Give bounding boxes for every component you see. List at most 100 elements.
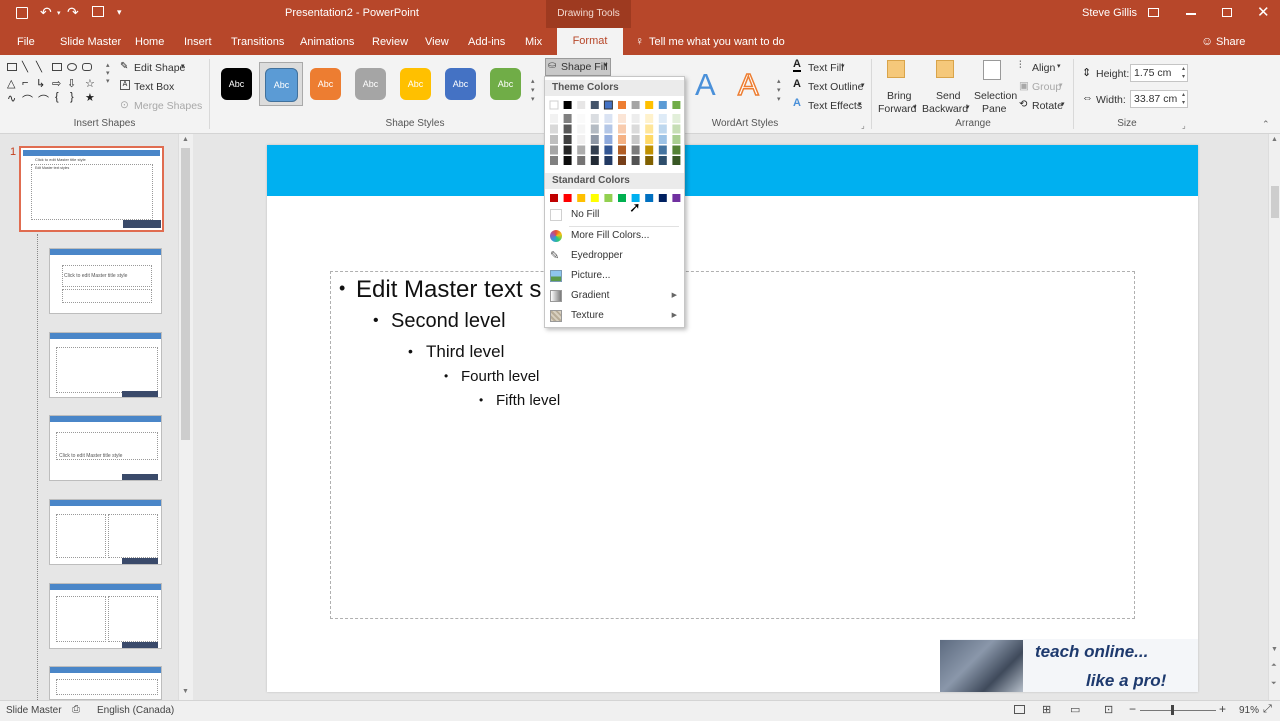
width-input[interactable]: 33.87 cm ▴ ▾ bbox=[1130, 90, 1188, 108]
theme-shade-swatch[interactable] bbox=[631, 156, 640, 165]
tab-insert[interactable]: Insert bbox=[184, 36, 212, 48]
scroll-down-icon[interactable]: ▼ bbox=[1271, 646, 1278, 653]
theme-shade-swatch[interactable] bbox=[577, 145, 586, 155]
thumbnail-layout[interactable] bbox=[49, 583, 162, 649]
collapse-ribbon-icon[interactable]: ⌃ bbox=[1262, 119, 1270, 130]
theme-color-swatch[interactable] bbox=[563, 101, 572, 109]
standard-color-swatches[interactable] bbox=[548, 193, 682, 203]
theme-shade-swatch[interactable] bbox=[590, 114, 599, 123]
theme-shade-swatch[interactable] bbox=[604, 135, 613, 144]
zoom-out-icon[interactable]: − bbox=[1129, 702, 1136, 716]
send-backward-dropdown-icon[interactable]: ▾ bbox=[966, 103, 970, 111]
gradient-menu-item[interactable]: Gradient ▶ bbox=[545, 286, 684, 306]
brace-shape-icon[interactable]: } bbox=[70, 91, 74, 103]
line-shape-icon[interactable]: ╲ bbox=[36, 62, 42, 73]
rectangle-shape-icon[interactable] bbox=[7, 63, 17, 71]
tab-slide-master[interactable]: Slide Master bbox=[60, 36, 121, 48]
undo-icon[interactable]: ↶ bbox=[40, 4, 52, 21]
thumbnail-layout[interactable] bbox=[49, 499, 162, 565]
theme-shade-swatch[interactable] bbox=[563, 124, 572, 134]
send-backward-button[interactable]: Send bbox=[936, 90, 961, 102]
standard-color-swatch[interactable] bbox=[550, 194, 558, 202]
theme-shade-swatch[interactable] bbox=[672, 124, 681, 134]
curve-shape-icon[interactable]: ∿ bbox=[7, 92, 16, 105]
no-fill-menu-item[interactable]: No Fill bbox=[545, 205, 684, 225]
standard-color-swatch[interactable] bbox=[563, 194, 572, 202]
shapes-more-icon[interactable]: ▴ ▾ ▾ bbox=[106, 61, 110, 85]
standard-color-swatch[interactable] bbox=[645, 194, 654, 202]
shape-style-swatch[interactable]: Abc bbox=[265, 68, 298, 102]
share-button[interactable]: Share bbox=[1216, 36, 1245, 48]
theme-color-swatch[interactable] bbox=[645, 101, 654, 109]
theme-shade-swatch[interactable] bbox=[550, 114, 558, 123]
theme-shade-swatch[interactable] bbox=[618, 124, 626, 134]
texture-menu-item[interactable]: Texture ▶ bbox=[545, 306, 684, 326]
thumbnail-master-selected[interactable]: Click to edit Master title style Edit Ma… bbox=[19, 146, 164, 232]
scroll-thumb[interactable] bbox=[181, 148, 190, 440]
theme-shade-swatch[interactable] bbox=[645, 124, 654, 134]
theme-shade-swatch[interactable] bbox=[550, 135, 558, 144]
theme-shade-swatch[interactable] bbox=[550, 124, 558, 134]
thumbnail-scrollbar[interactable]: ▲ ▼ bbox=[178, 134, 193, 700]
selected-title-bar-shape[interactable] bbox=[267, 145, 1198, 196]
zoom-level[interactable]: 91% bbox=[1239, 705, 1259, 716]
zoom-in-icon[interactable]: + bbox=[1219, 702, 1226, 716]
tell-me-box[interactable]: Tell me what you want to do bbox=[649, 36, 785, 48]
eyedropper-menu-item[interactable]: ✎ Eyedropper bbox=[545, 246, 684, 266]
edit-shape-dropdown-icon[interactable]: ▾ bbox=[181, 62, 185, 70]
minimize-icon[interactable] bbox=[1186, 13, 1196, 15]
shape-style-swatch[interactable]: Abc bbox=[400, 68, 431, 100]
thumbnail-layout[interactable] bbox=[49, 666, 162, 700]
redo-icon[interactable]: ↷ bbox=[67, 4, 79, 21]
arrow-shape-icon[interactable]: ⇩ bbox=[67, 77, 76, 90]
theme-shade-swatch[interactable] bbox=[631, 124, 640, 134]
triangle-shape-icon[interactable]: △ bbox=[7, 77, 15, 90]
rotate-icon[interactable]: ⟲ bbox=[1019, 99, 1027, 110]
standard-color-swatch[interactable] bbox=[577, 194, 586, 202]
edit-shape-button[interactable]: Edit Shape bbox=[134, 62, 185, 74]
rotate-button[interactable]: Rotate bbox=[1032, 100, 1063, 112]
theme-color-swatch[interactable] bbox=[631, 101, 640, 109]
align-icon[interactable]: ⫶ bbox=[1019, 60, 1022, 71]
text-box-button[interactable]: Text Box bbox=[134, 81, 174, 93]
language-indicator[interactable]: English (Canada) bbox=[97, 705, 174, 716]
theme-shade-swatch[interactable] bbox=[631, 114, 640, 123]
connector-shape-icon[interactable]: ↳ bbox=[36, 77, 45, 90]
scroll-down-icon[interactable]: ▼ bbox=[182, 688, 189, 695]
line-shape-icon[interactable]: ╲ bbox=[22, 62, 28, 73]
level-4-text[interactable]: Fourth level bbox=[461, 368, 539, 385]
theme-shade-swatch[interactable] bbox=[618, 156, 626, 165]
align-button[interactable]: Align bbox=[1032, 62, 1055, 74]
theme-color-swatch[interactable] bbox=[672, 101, 681, 109]
wordart-style-a-orange[interactable]: A bbox=[737, 66, 759, 103]
previous-slide-icon[interactable]: ⏶ bbox=[1271, 662, 1277, 670]
user-name[interactable]: Steve Gillis bbox=[1082, 7, 1137, 19]
theme-color-swatch[interactable] bbox=[577, 101, 586, 109]
shapes-gallery[interactable]: ╲ ╲ △ ⌐ ↳ ⇨ ⇩ ☆ ∿ ⌒ ⌒ { } ★ bbox=[5, 61, 105, 113]
shape-style-swatch[interactable]: Abc bbox=[445, 68, 476, 100]
theme-shade-swatch[interactable] bbox=[631, 145, 640, 155]
level-5-text[interactable]: Fifth level bbox=[496, 392, 560, 409]
bring-forward-dropdown-icon[interactable]: ▾ bbox=[913, 103, 917, 111]
rotate-dropdown-icon[interactable]: ▾ bbox=[1061, 100, 1065, 108]
theme-shade-swatch[interactable] bbox=[604, 145, 613, 155]
bring-forward-button[interactable]: Bring bbox=[887, 90, 912, 102]
start-from-beginning-icon[interactable] bbox=[92, 6, 104, 17]
theme-shade-swatch[interactable] bbox=[658, 135, 667, 144]
width-spinner-icon[interactable]: ▴ ▾ bbox=[1182, 91, 1185, 107]
slide-canvas[interactable]: • Edit Master text s • Second level • Th… bbox=[267, 145, 1198, 692]
theme-shade-swatch[interactable] bbox=[618, 114, 626, 123]
text-box-icon[interactable]: A bbox=[120, 80, 130, 90]
theme-color-swatch[interactable] bbox=[590, 101, 599, 109]
theme-shade-swatch[interactable] bbox=[618, 135, 626, 144]
text-effects-dropdown-icon[interactable]: ▾ bbox=[858, 100, 862, 108]
theme-shade-swatch[interactable] bbox=[604, 156, 613, 165]
text-effects-button[interactable]: Text Effects bbox=[808, 100, 862, 112]
more-fill-colors-menu-item[interactable]: More Fill Colors... bbox=[545, 226, 684, 246]
level-3-text[interactable]: Third level bbox=[426, 342, 504, 362]
theme-color-swatch[interactable] bbox=[618, 101, 626, 109]
tab-format[interactable]: Format bbox=[557, 28, 623, 55]
oval-shape-icon[interactable] bbox=[67, 63, 77, 71]
thumbnail-layout[interactable]: Click to edit Master title style bbox=[49, 415, 162, 481]
zoom-slider-thumb[interactable] bbox=[1171, 705, 1174, 715]
